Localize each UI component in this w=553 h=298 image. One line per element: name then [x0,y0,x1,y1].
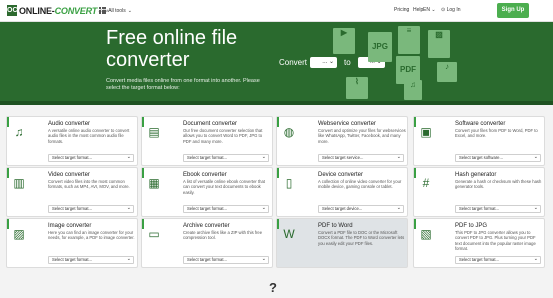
card-description: Our free document converter selection th… [183,128,263,144]
card-accent [7,117,9,127]
target-format-dropdown[interactable]: Select target format... [455,205,541,213]
all-tools-label: All tools [108,7,126,14]
login-link[interactable]: ⊙ Log In [441,7,461,13]
hero-subtitle: Convert media files online from one form… [106,78,260,91]
converter-card[interactable]: W PDF to Word Convert a PDF file to DOC or… [276,218,408,268]
card-title[interactable]: Device converter [318,172,363,178]
converter-card[interactable]: ♫ Audio converter A versatile online audio… [6,116,138,166]
software-box-icon: ▣ [420,125,432,139]
converter-card[interactable]: ▣ Software converter Convert your files fr… [413,116,545,166]
converter-card[interactable]: ▧ PDF to JPG This PDF to JPG converter all… [413,218,545,268]
hero-banner: Free online file converter Convert media… [0,22,553,105]
card-title[interactable]: Archive converter [183,223,230,229]
converter-card[interactable]: ▦ Ebook converter A list of versatile onli… [141,167,273,217]
audio-file-icon: ♪ [437,62,457,82]
archive-icon: ▭ [148,227,160,241]
target-format-dropdown[interactable]: Select target format... [183,154,269,162]
card-description: A list of versatile online ebook convert… [183,179,265,195]
nav-pricing[interactable]: Pricing [394,7,409,13]
card-accent [414,219,416,229]
converter-card[interactable]: ▤ Document converter Our free document con… [141,116,273,166]
card-description: A versatile online audio converter to co… [48,128,130,144]
card-title[interactable]: PDF to JPG [455,223,487,229]
card-description: Convert a PDF file to DOC or the Microso… [318,230,405,246]
card-description: Create archive files like a ZIP with thi… [183,230,263,241]
target-format-dropdown[interactable]: Select target format... [48,205,134,213]
document-icon: ▤ [148,125,160,139]
jpg-file-illustration: JPG [368,32,392,62]
converter-card[interactable]: ▥ Video converter Convert video files into… [6,167,138,217]
hero-title: Free online file converter [106,27,238,71]
target-format-dropdown[interactable]: Select target software... [455,154,541,162]
card-title[interactable]: Ebook converter [183,172,227,178]
chevron-down-icon: ⌄ [127,7,132,14]
convert-label: Convert [279,58,308,67]
card-description: Convert and optimize your files for webs… [318,128,406,144]
site-logo[interactable]: OC ONLINE-CONVERT .COM [7,5,109,16]
card-description: A collection of online video converter f… [318,179,402,190]
target-format-dropdown[interactable]: Select target service... [318,154,404,162]
globe-icon: ◍ [283,125,295,139]
image-file-icon: ▨ [428,30,450,58]
converter-card[interactable]: ▭ Archive converter Create archive files l… [141,218,273,268]
converter-card[interactable]: ▯ Device converter A collection of online … [276,167,408,217]
books-icon: ▦ [148,176,160,190]
hash-icon: # [422,176,430,190]
video-file-icon: ▶ [333,28,355,54]
source-format-select[interactable]: ... ⌄ [310,57,338,68]
card-description: Convert your files from PDF to Word, PDF… [455,128,538,139]
jpg-file-icon: ▧ [420,227,432,241]
card-accent [277,219,279,229]
logo-mark-icon: OC [7,5,18,16]
word-file-icon: W [283,227,295,241]
card-title[interactable]: Hash generator [455,172,496,178]
card-accent [277,168,279,178]
card-title[interactable]: Video converter [48,172,90,178]
target-format-dropdown[interactable]: Select target format... [183,205,269,213]
card-accent [7,219,9,229]
target-format-dropdown[interactable]: Select target format... [183,256,269,264]
converter-card[interactable]: ◍ Webservice converter Convert and optimiz… [276,116,408,166]
card-title[interactable]: PDF to Word [318,223,353,229]
card-accent [142,219,144,229]
card-title[interactable]: Audio converter [48,121,90,127]
card-accent [142,168,144,178]
card-accent [414,168,416,178]
image-icon: ▨ [13,227,25,241]
top-navbar: OC ONLINE-CONVERT .COM All tools ⌄ Prici… [0,0,553,22]
nav-help[interactable]: Help [413,7,423,13]
music-file-icon: ♫ [404,80,422,100]
target-format-dropdown[interactable]: Select target format... [48,256,134,264]
card-title[interactable]: Document converter [183,121,237,127]
text-file-icon: ≡ [398,26,420,54]
apps-grid-icon [99,7,107,15]
target-format-dropdown[interactable]: Select target format... [48,154,134,162]
card-accent [414,117,416,127]
card-description: Generate a hash or checksum with these h… [455,179,542,190]
card-description: Here you can find an image converter for… [48,230,135,241]
converter-card[interactable]: ▨ Image converter Here you can find an ima… [6,218,138,268]
music-note-icon: ♫ [14,125,24,139]
card-accent [277,117,279,127]
converter-card[interactable]: # Hash generator Generate a hash or checks… [413,167,545,217]
card-accent [142,117,144,127]
film-icon: ▥ [13,176,25,190]
card-description: This PDF to JPG converter allows you to … [455,230,536,251]
chart-file-icon: ⌇ [346,77,368,99]
card-title[interactable]: Webservice converter [318,121,376,127]
to-label: to [344,58,351,67]
user-icon: ⊙ [441,7,446,13]
card-title[interactable]: Software converter [455,121,505,127]
card-description: Convert video files into the most common… [48,179,130,190]
help-question-icon[interactable]: ? [269,280,277,295]
all-tools-menu[interactable]: All tools ⌄ [99,7,132,15]
target-format-dropdown[interactable]: Select target format... [455,256,541,264]
target-format-dropdown[interactable]: Select target device... [318,205,404,213]
card-accent [7,168,9,178]
tablet-icon: ▯ [285,176,293,190]
card-title[interactable]: Image converter [48,223,91,229]
language-selector[interactable]: EN ⌄ [423,7,436,13]
signup-button[interactable]: Sign Up [497,3,529,18]
logo-text: ONLINE-CONVERT [19,5,98,16]
